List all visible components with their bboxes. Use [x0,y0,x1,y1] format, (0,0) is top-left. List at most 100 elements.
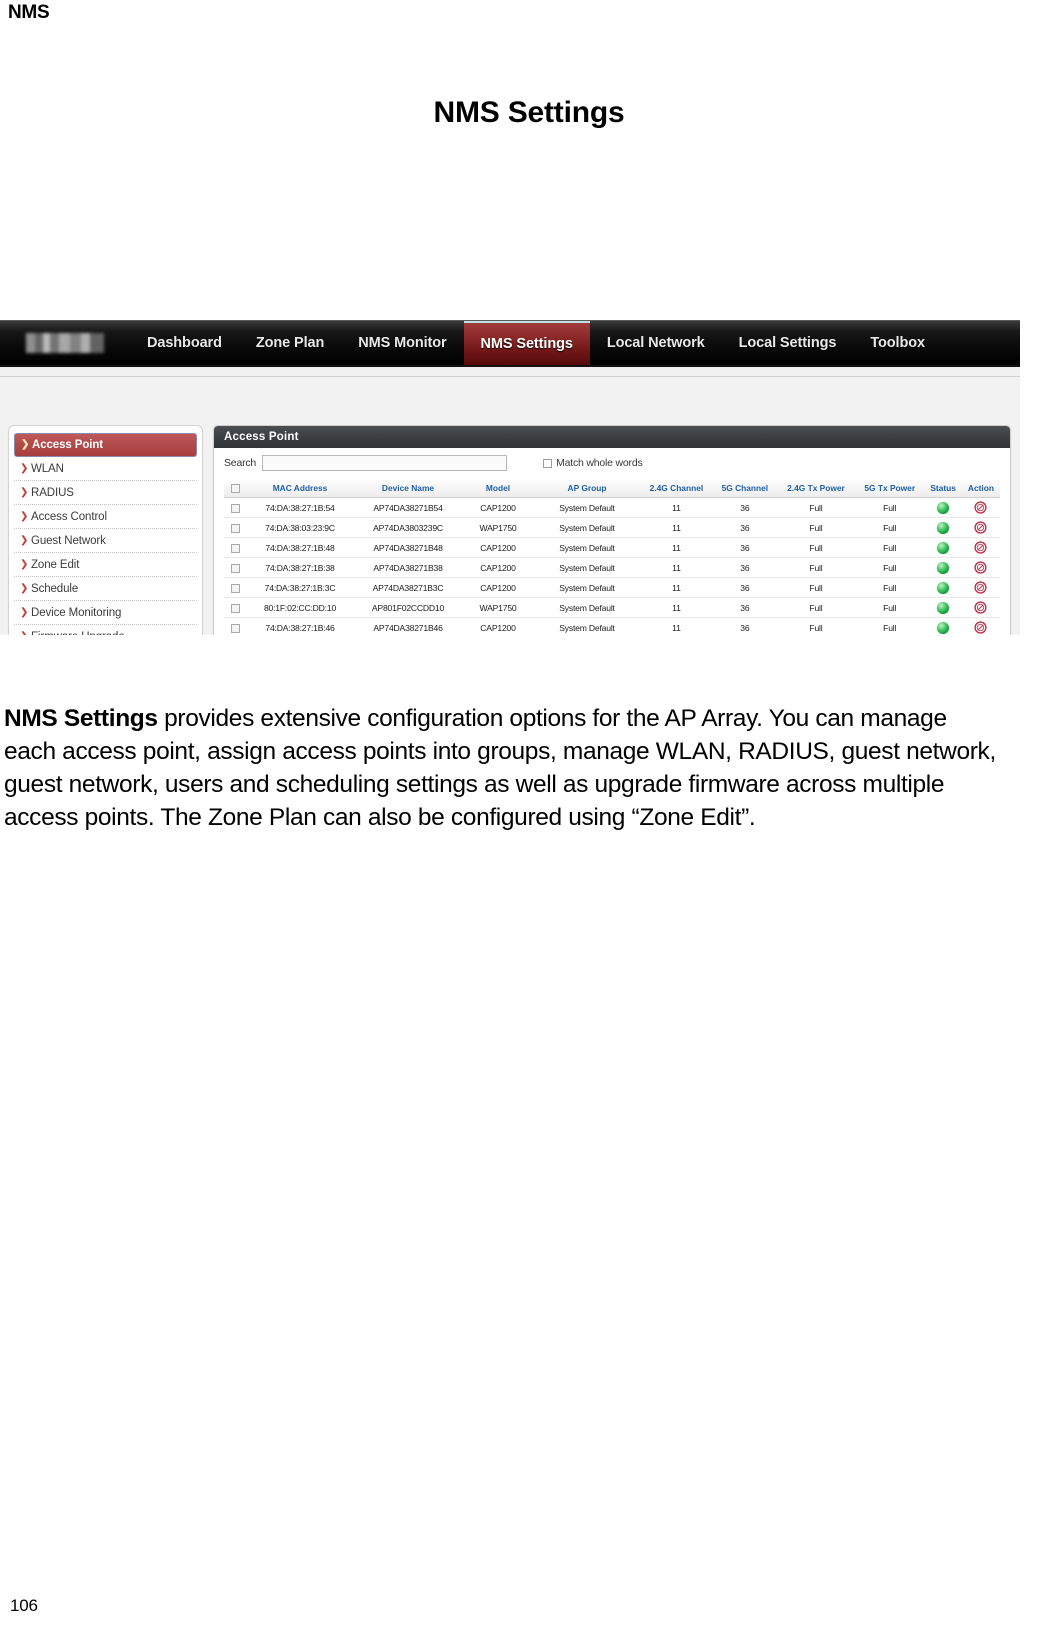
match-whole-words-toggle[interactable]: Match whole words [543,457,643,469]
sidebar-item-zone-edit[interactable]: ❯ Zone Edit [14,553,197,577]
cell-status [924,617,962,635]
cell-24g-tx-power: Full [776,617,856,635]
column-header-device-name[interactable]: Device Name [354,479,462,499]
table-row[interactable]: 74:DA:38:27:1B:48 AP74DA38271B48 CAP1200 Sy… [224,537,1000,559]
checkbox-icon[interactable] [230,583,240,593]
row-checkbox-cell[interactable] [224,537,246,559]
disable-icon-cell[interactable] [961,557,1000,579]
sidebar-item-access-control[interactable]: ❯ Access Control [14,505,197,529]
access-point-search-row: Search Match whole words [224,455,1000,471]
cell-status [924,577,962,599]
disable-icon[interactable] [974,601,988,614]
sidebar-item-access-point[interactable]: ❯ Access Point [14,433,197,457]
checkbox-icon[interactable] [230,484,240,494]
disable-icon-cell[interactable] [961,517,1000,539]
row-checkbox-cell[interactable] [224,577,246,599]
column-header-ap-group[interactable]: AP Group [534,479,640,499]
checkbox-icon[interactable] [230,503,240,513]
disable-icon-cell[interactable] [961,537,1000,559]
select-all-header[interactable] [224,479,246,499]
checkbox-icon[interactable] [543,458,553,468]
sidebar-item-guest-network[interactable]: ❯ Guest Network [14,529,197,553]
nav-item-nms-settings[interactable]: NMS Settings [463,321,590,365]
cell-24g-channel: 11 [640,577,713,599]
column-header-24g-channel[interactable]: 2.4G Channel [640,479,713,499]
nav-item-dashboard[interactable]: Dashboard [130,321,239,365]
chevron-right-icon: ❯ [21,439,30,450]
cell-mac-address: 74:DA:38:27:1B:3C [246,577,354,599]
cell-24g-tx-power: Full [776,497,856,519]
column-header-5g-channel[interactable]: 5G Channel [712,479,777,499]
disable-icon[interactable] [974,521,988,534]
chevron-right-icon: ❯ [20,534,29,546]
checkbox-icon[interactable] [230,623,240,633]
cell-ap-group: System Default [534,577,640,599]
checkbox-icon[interactable] [230,523,240,533]
disable-icon-cell[interactable] [961,617,1000,635]
page-number: 106 [10,1596,38,1615]
cell-5g-channel: 36 [712,617,777,635]
cell-5g-tx-power: Full [855,497,925,519]
sidebar-item-label: Access Control [31,510,107,523]
disable-icon[interactable] [974,501,988,514]
column-header-24g-tx-power[interactable]: 2.4G Tx Power [776,479,856,499]
ui-screenshot-figure: Dashboard Zone Plan NMS Monitor NMS Sett… [0,160,1020,635]
cell-device-name: AP74DA38271B54 [354,497,462,519]
column-header-status[interactable]: Status [924,479,962,499]
paragraph-lead-term: NMS Settings [4,704,158,732]
disable-icon[interactable] [974,581,988,594]
sidebar-item-radius[interactable]: ❯ RADIUS [14,481,197,505]
checkbox-icon[interactable] [230,563,240,573]
row-checkbox-cell[interactable] [224,557,246,579]
search-label: Search [224,457,257,469]
disable-icon[interactable] [974,561,988,574]
cell-device-name: AP74DA38271B48 [354,537,462,559]
status-online-icon [937,521,950,534]
status-online-icon [937,581,950,594]
row-checkbox-cell[interactable] [224,497,246,519]
column-header-5g-tx-power[interactable]: 5G Tx Power [855,479,925,499]
cell-5g-tx-power: Full [855,577,925,599]
sidebar-item-schedule[interactable]: ❯ Schedule [14,577,197,601]
cell-ap-group: System Default [534,617,640,635]
table-row[interactable]: 74:DA:38:27:1B:46 AP74DA38271B46 CAP1200 Sy… [224,617,1000,635]
cell-5g-tx-power: Full [855,617,925,635]
table-row[interactable]: 74:DA:38:27:1B:38 AP74DA38271B38 CAP1200 Sy… [224,557,1000,579]
table-row[interactable]: 74:DA:38:27:1B:54 AP74DA38271B54 CAP1200 Sy… [224,497,1000,519]
checkbox-icon[interactable] [230,603,240,613]
nav-item-local-settings[interactable]: Local Settings [722,321,854,365]
row-checkbox-cell[interactable] [224,517,246,539]
nav-underbar [0,365,1020,377]
search-input[interactable] [262,455,508,471]
cell-24g-channel: 11 [640,617,713,635]
column-header-model[interactable]: Model [462,479,534,499]
cell-mac-address: 74:DA:38:27:1B:48 [246,537,354,559]
table-row[interactable]: 80:1F:02:CC:DD:10 AP801F02CCDD10 WAP1750 Sy… [224,597,1000,619]
checkbox-icon[interactable] [230,543,240,553]
cell-status [924,597,962,619]
table-row[interactable]: 74:DA:38:03:23:9C AP74DA3803239C WAP1750 Sy… [224,517,1000,539]
disable-icon-cell[interactable] [961,597,1000,619]
row-checkbox-cell[interactable] [224,597,246,619]
disable-icon-cell[interactable] [961,497,1000,519]
table-row[interactable]: 74:DA:38:27:1B:3C AP74DA38271B3C CAP1200 Sy… [224,577,1000,599]
nav-item-local-network[interactable]: Local Network [590,321,722,365]
cell-ap-group: System Default [534,517,640,539]
cell-24g-tx-power: Full [776,597,856,619]
nav-item-nms-monitor[interactable]: NMS Monitor [341,321,463,365]
sidebar-item-wlan[interactable]: ❯ WLAN [14,457,197,481]
row-checkbox-cell[interactable] [224,617,246,635]
disable-icon[interactable] [974,621,988,634]
disable-icon[interactable] [974,541,988,554]
column-header-mac-address[interactable]: MAC Address [246,479,354,499]
nav-item-zone-plan[interactable]: Zone Plan [239,321,341,365]
disable-icon-cell[interactable] [961,577,1000,599]
cell-5g-tx-power: Full [855,537,925,559]
nav-item-toolbox[interactable]: Toolbox [853,321,942,365]
column-header-action[interactable]: Action [961,479,1000,499]
cell-status [924,517,962,539]
cell-mac-address: 74:DA:38:27:1B:46 [246,617,354,635]
sidebar-item-device-monitoring[interactable]: ❯ Device Monitoring [14,601,197,625]
sidebar-item-firmware-upgrade[interactable]: ❯ Firmware Upgrade [14,625,197,636]
table-header-row: MAC Address Device Name Model AP Group 2… [224,479,1000,499]
